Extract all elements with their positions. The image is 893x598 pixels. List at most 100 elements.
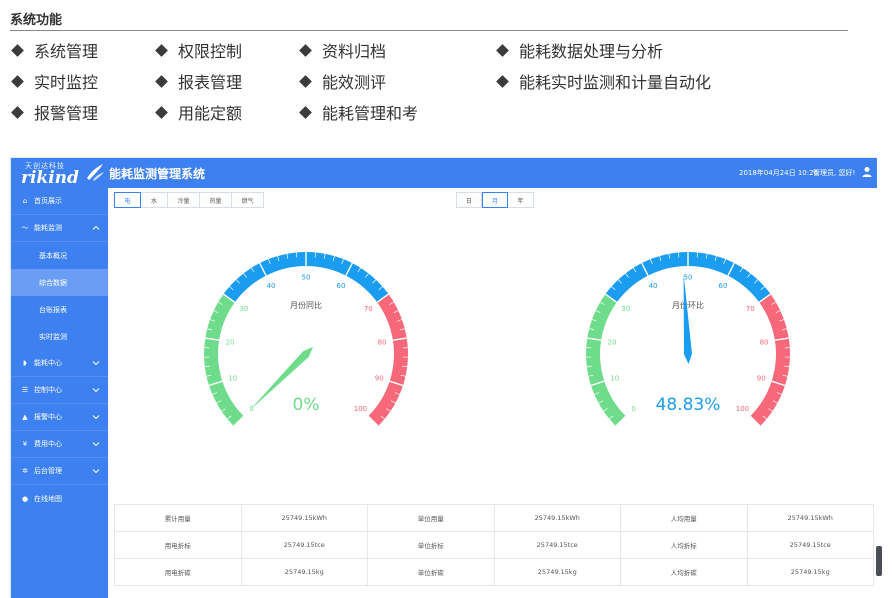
feature-list: 系统管理 权限控制 资料归档 能耗数据处理与分析 实时监控 报表管理 能效测评 … [10,38,850,130]
tab-water[interactable]: 水 [141,192,168,208]
main-content: 电 水 冷量 热量 燃气 日 月 年 0 10 20 30 40 50 60 70 80 90 10… [108,188,877,598]
sidebar-item-label: 报警中心 [34,413,62,421]
diamond-bullet-icon [299,74,312,88]
tab-cooling[interactable]: 冷量 [168,192,200,208]
stat-value: 25749.15tce [746,531,874,559]
gauge-tick-label: 60 [336,282,345,290]
control-icon: ☰ [21,386,29,394]
top-bar: 天创达科技 rikind 能耗监测管理系统 2018年04月24日 10:26 … [11,158,877,188]
diamond-bullet-icon [11,74,24,88]
diamond-bullet-icon [299,105,312,119]
gauge-title: 月份环比 [672,300,704,310]
logo[interactable]: 天创达科技 rikind [19,160,105,188]
gauge-tick-label: 60 [718,282,727,290]
energy-stats-table: 累计用量 25749.15kWh 单位用量 25749.15kWh 人均用量 2… [114,504,874,586]
gauge-tick-label: 100 [354,405,367,413]
stat-label: 单位用量 [367,504,495,532]
stat-value: 25749.15tce [240,531,368,559]
gauge-value: 0% [293,395,320,415]
chevron-down-icon [92,469,100,474]
feature-item: 报表管理 [154,69,242,93]
feature-item: 能耗管理和考 [298,100,418,124]
stat-label: 人均折标 [620,531,748,559]
user-greeting[interactable]: 管理员, 您好! [813,168,855,178]
feature-item: 能耗数据处理与分析 [495,38,663,62]
sidebar: ⌂ 首页展示 〜 能耗监测 基本概况 综合数据 台账报表 实时监测 ◗ 能耗中心… [11,188,108,598]
sidebar-subitem-comprehensive-data[interactable]: 综合数据 [11,269,108,296]
yen-icon: ¥ [22,440,28,448]
chevron-down-icon [92,361,100,366]
gauge-title: 月份同比 [290,300,322,310]
tab-electricity[interactable]: 电 [114,192,141,208]
sidebar-item-alarm-center[interactable]: ▲ 报警中心 [11,404,108,431]
user-icon[interactable] [862,166,872,178]
diamond-bullet-icon [496,43,509,57]
table-row: 累计用量 25749.15kWh 单位用量 25749.15kWh 人均用量 2… [114,504,874,532]
stat-label: 单位折碳 [367,558,495,586]
sidebar-item-label: 费用中心 [34,440,62,448]
page: 系统功能 系统管理 权限控制 资料归档 能耗数据处理与分析 实时监控 报表管理 … [0,0,893,598]
chevron-down-icon [92,388,100,393]
stat-label: 人均折碳 [620,558,748,586]
stat-value: 25749.15tce [493,531,621,559]
gauge-band-green [203,294,244,427]
stat-value: 25749.15kWh [493,504,621,532]
gauge-tick-label: 30 [621,305,630,313]
gauge-needle [683,274,692,364]
tab-gas[interactable]: 燃气 [232,192,264,208]
sidebar-item-admin[interactable]: ✲ 后台管理 [11,458,108,485]
tab-heating[interactable]: 热量 [200,192,232,208]
sidebar-item-label: 后台管理 [34,467,62,475]
logo-mark-icon [87,164,104,181]
sidebar-subitem-realtime-monitor[interactable]: 实时监测 [11,323,108,350]
tab-month[interactable]: 月 [482,192,508,208]
feature-item: 系统管理 [10,38,98,62]
leaf-icon: ◗ [23,359,27,367]
tab-day[interactable]: 日 [456,192,482,208]
gauge-tick-label: 0 [249,405,253,413]
sidebar-item-label: 能耗监测 [34,224,62,232]
gauge-band-green [586,294,626,427]
gauge-tick-label: 10 [610,374,619,382]
stat-label: 用电折标 [114,531,242,559]
sidebar-item-control-center[interactable]: ☰ 控制中心 [11,377,108,404]
chevron-down-icon [92,415,100,420]
stat-label: 用电折碳 [114,558,242,586]
tab-year[interactable]: 年 [508,192,534,208]
sidebar-item-energy-center[interactable]: ◗ 能耗中心 [11,350,108,377]
current-datetime: 2018年04月24日 10:26 [739,169,819,177]
diamond-bullet-icon [496,74,509,88]
gauge-tick-label: 70 [746,305,755,313]
chevron-down-icon [92,442,100,447]
gauge-value: 48.83% [656,395,721,415]
gauge-band-red [750,294,790,427]
sidebar-item-label: 能耗中心 [34,359,62,367]
stat-label: 单位折标 [367,531,495,559]
stat-value: 25749.15kg [746,558,874,586]
sidebar-item-cost-center[interactable]: ¥ 费用中心 [11,431,108,458]
sidebar-item-energy-monitor[interactable]: 〜 能耗监测 [11,215,108,242]
section-divider [10,30,848,31]
sidebar-item-home[interactable]: ⌂ 首页展示 [11,188,108,215]
stat-label: 人均用量 [620,504,748,532]
table-row: 用电折碳 25749.15kg 单位折碳 25749.15kg 人均折碳 257… [114,558,874,586]
sidebar-subitem-ledger-report[interactable]: 台账报表 [11,296,108,323]
stat-value: 25749.15kg [493,558,621,586]
gauge-tick-label: 70 [364,305,373,313]
section-title: 系统功能 [10,13,63,28]
diamond-bullet-icon [155,105,168,119]
diamond-bullet-icon [155,74,168,88]
period-tabs: 日 月 年 [456,192,534,208]
gauge-tick-label: 10 [228,374,237,382]
scrollbar-thumb[interactable] [876,546,882,576]
sidebar-subitem-overview[interactable]: 基本概况 [11,242,108,269]
sidebar-item-online-map[interactable]: ● 在线地图 [11,485,108,512]
feature-item: 用能定额 [154,100,242,124]
app-window: 天创达科技 rikind 能耗监测管理系统 2018年04月24日 10:26 … [10,157,877,598]
feature-item: 能效测评 [298,69,386,93]
feature-item: 报警管理 [10,100,98,124]
mom-gauge: 0 10 20 30 40 50 60 70 80 90 100 月份环比 48.83% [586,252,790,427]
feature-item: 能耗实时监测和计量自动化 [495,69,711,93]
stat-value: 25749.15kg [240,558,368,586]
home-icon: ⌂ [22,197,28,205]
